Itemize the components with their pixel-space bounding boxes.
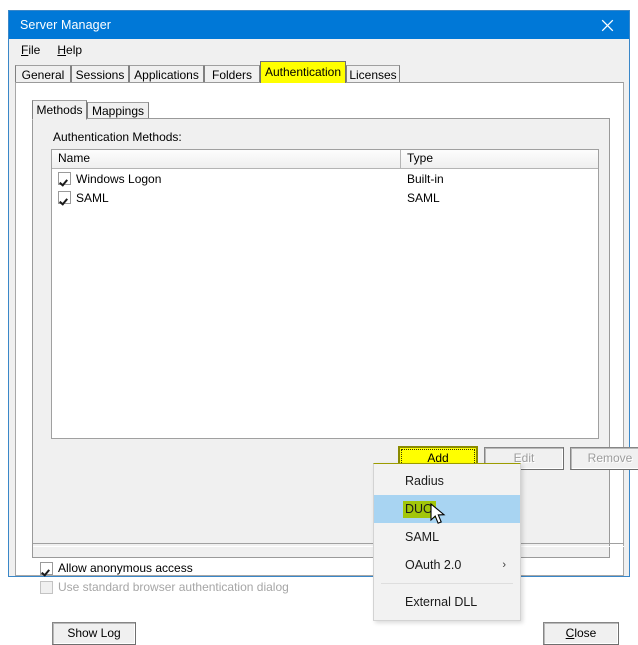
menubar-item-help[interactable]: Help <box>57 43 82 57</box>
row-checkbox[interactable] <box>58 172 71 185</box>
column-header-name[interactable]: Name <box>52 150 401 168</box>
table-row[interactable]: SAML SAML <box>52 188 598 207</box>
authentication-methods-label: Authentication Methods: <box>53 130 182 144</box>
options-divider <box>33 543 624 547</box>
menu-item-saml[interactable]: SAML <box>374 523 520 551</box>
row-type-cell: SAML <box>407 190 440 205</box>
tab-general[interactable]: General <box>15 65 71 83</box>
list-header: Name Type <box>52 150 598 169</box>
menu-item-external-dll[interactable]: External DLL <box>374 588 520 616</box>
window-titlebar: Server Manager <box>9 11 629 39</box>
row-name-label: Windows Logon <box>76 171 162 186</box>
table-row[interactable]: Windows Logon Built-in <box>52 169 598 188</box>
menu-separator <box>381 583 513 584</box>
checkbox-box[interactable] <box>40 561 53 575</box>
menu-item-duo[interactable]: DUO <box>374 495 520 523</box>
menu-item-external-dll-label: External DLL <box>405 595 478 609</box>
inner-tab-strip: Methods Mappings <box>32 100 592 120</box>
tab-folders[interactable]: Folders <box>204 65 260 83</box>
menu-item-radius-label: Radius <box>405 474 444 488</box>
outer-tab-strip: General Sessions Applications Folders Au… <box>15 61 623 83</box>
window-title: Server Manager <box>20 18 112 32</box>
menu-item-radius[interactable]: Radius <box>374 467 520 495</box>
menu-item-duo-label: DUO <box>403 500 436 518</box>
menubar-item-file-label-rest: ile <box>28 43 41 57</box>
menu-item-oauth2-label: OAuth 2.0 <box>405 558 462 572</box>
menubar-item-file[interactable]: File <box>21 43 40 57</box>
tab-authentication[interactable]: Authentication <box>260 61 346 83</box>
row-name-label: SAML <box>76 190 109 205</box>
close-button-accel: C <box>565 626 575 640</box>
authentication-tab-page: Methods Mappings Authentication Methods:… <box>15 82 638 645</box>
chevron-right-icon: › <box>502 559 506 571</box>
menu-item-saml-label: SAML <box>405 530 440 544</box>
tab-methods[interactable]: Methods <box>32 100 87 120</box>
methods-tab-page: Authentication Methods: Name Type Window… <box>32 118 638 558</box>
row-type-cell: Built-in <box>407 171 444 186</box>
allow-anonymous-access-checkbox[interactable]: Allow anonymous access <box>40 561 193 575</box>
row-name-cell: SAML <box>52 191 401 205</box>
add-method-menu: Radius DUO SAML OAuth 2.0 › External DLL <box>373 463 521 621</box>
show-log-button-label: Show Log <box>67 626 121 640</box>
row-name-cell: Windows Logon <box>52 172 401 186</box>
server-manager-window: Server Manager File Help General Session… <box>8 10 638 645</box>
tab-sessions[interactable]: Sessions <box>71 65 129 83</box>
menu-item-oauth2[interactable]: OAuth 2.0 › <box>374 551 520 579</box>
authentication-methods-list[interactable]: Name Type Windows Logon Built-in SAML SA… <box>51 149 599 439</box>
close-icon[interactable] <box>585 11 629 39</box>
allow-anonymous-access-label: Allow anonymous access <box>58 561 193 575</box>
tab-applications[interactable]: Applications <box>129 65 204 83</box>
column-header-type[interactable]: Type <box>401 150 598 168</box>
show-log-button[interactable]: Show Log <box>52 622 136 645</box>
row-checkbox[interactable] <box>58 191 71 204</box>
menubar-item-help-label-rest: elp <box>66 43 83 57</box>
remove-button-label: Remove <box>587 451 633 465</box>
menubar: File Help <box>9 39 629 61</box>
close-button[interactable]: Close <box>543 622 619 645</box>
close-button-label-rest: lose <box>574 626 597 640</box>
remove-button[interactable]: Remove <box>570 447 638 470</box>
tab-licenses[interactable]: Licenses <box>346 65 400 83</box>
